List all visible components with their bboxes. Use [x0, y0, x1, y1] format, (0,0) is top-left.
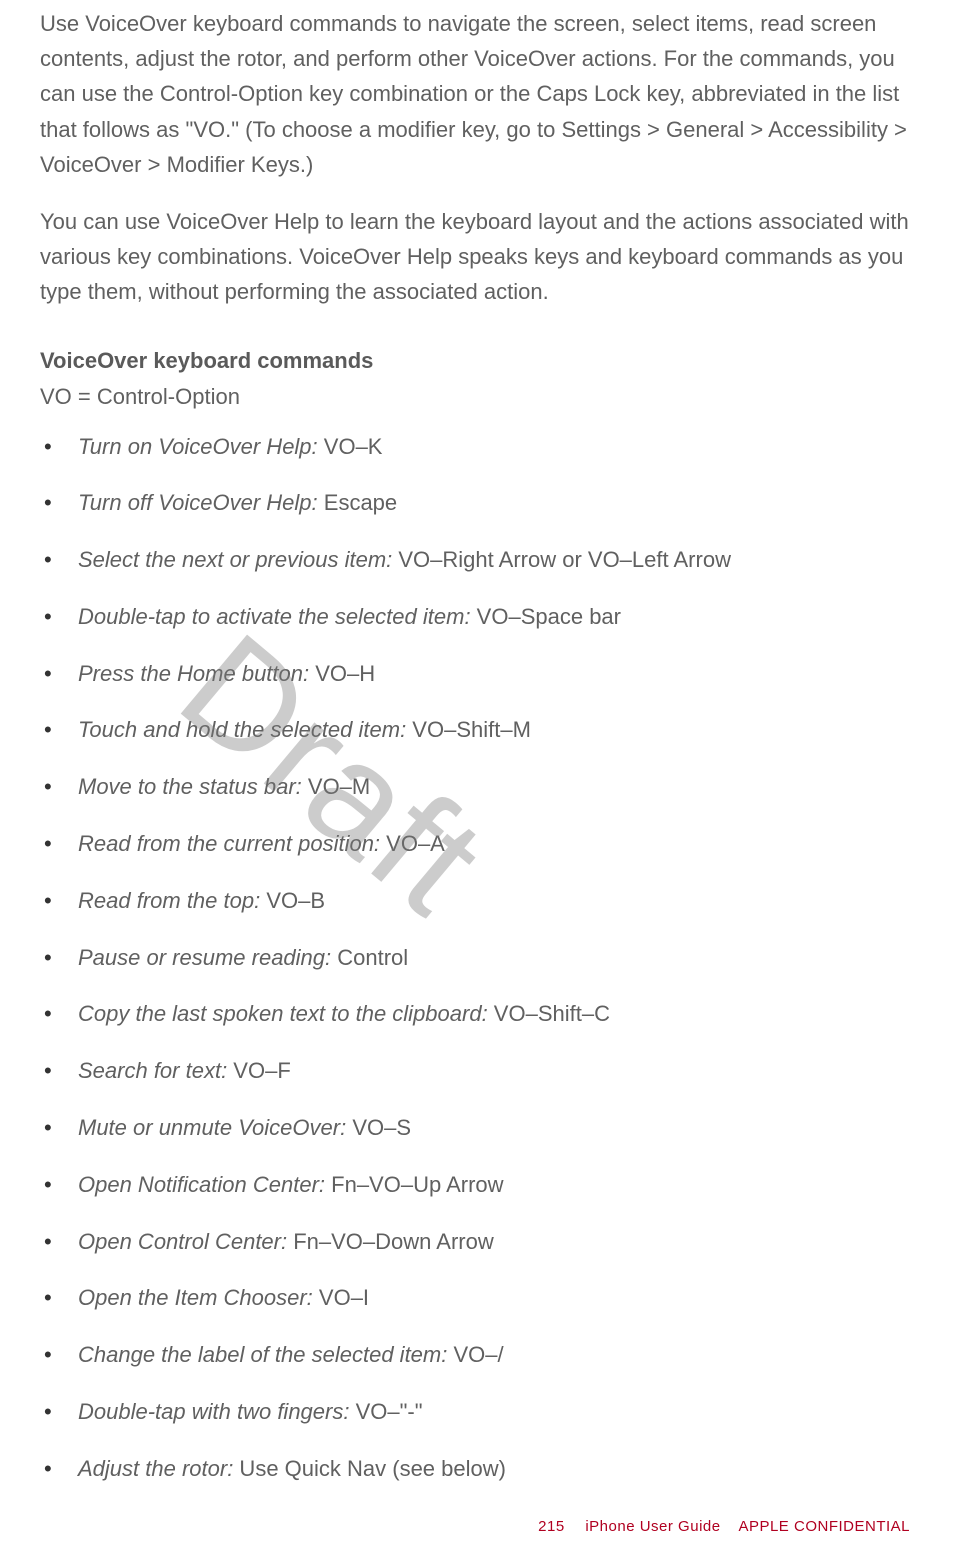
- command-keys: VO–M: [302, 774, 370, 799]
- command-label: Turn on VoiceOver Help:: [78, 434, 318, 459]
- list-item: Read from the current position: VO–A: [40, 829, 910, 860]
- command-label: Open Notification Center:: [78, 1172, 325, 1197]
- list-item: Search for text: VO–F: [40, 1056, 910, 1087]
- list-item: Read from the top: VO–B: [40, 886, 910, 917]
- command-label: Change the label of the selected item:: [78, 1342, 447, 1367]
- command-keys: VO–B: [260, 888, 325, 913]
- vo-definition: VO = Control-Option: [40, 384, 910, 410]
- command-keys: VO–Right Arrow or VO–Left Arrow: [392, 547, 731, 572]
- command-label: Press the Home button:: [78, 661, 309, 686]
- command-list: Turn on VoiceOver Help: VO–K Turn off Vo…: [40, 432, 910, 1485]
- command-label: Double-tap with two fingers:: [78, 1399, 349, 1424]
- intro-paragraph-1: Use VoiceOver keyboard commands to navig…: [40, 6, 910, 182]
- footer-title: iPhone User Guide: [585, 1518, 720, 1535]
- list-item: Double-tap with two fingers: VO–"-": [40, 1397, 910, 1428]
- command-keys: VO–/: [447, 1342, 503, 1367]
- footer-confidential: APPLE CONFIDENTIAL: [738, 1518, 910, 1535]
- command-keys: VO–S: [346, 1115, 411, 1140]
- command-keys: VO–F: [227, 1058, 291, 1083]
- list-item: Turn off VoiceOver Help: Escape: [40, 488, 910, 519]
- page-number: 215: [538, 1518, 565, 1535]
- command-keys: Fn–VO–Down Arrow: [287, 1229, 494, 1254]
- list-item: Open Control Center: Fn–VO–Down Arrow: [40, 1227, 910, 1258]
- list-item: Turn on VoiceOver Help: VO–K: [40, 432, 910, 463]
- command-label: Touch and hold the selected item:: [78, 717, 406, 742]
- list-item: Copy the last spoken text to the clipboa…: [40, 999, 910, 1030]
- section-heading: VoiceOver keyboard commands: [40, 348, 910, 374]
- command-keys: Control: [331, 945, 408, 970]
- command-keys: VO–I: [313, 1285, 369, 1310]
- list-item: Mute or unmute VoiceOver: VO–S: [40, 1113, 910, 1144]
- command-keys: VO–Shift–M: [406, 717, 531, 742]
- command-label: Mute or unmute VoiceOver:: [78, 1115, 346, 1140]
- command-label: Select the next or previous item:: [78, 547, 392, 572]
- command-label: Open the Item Chooser:: [78, 1285, 313, 1310]
- command-label: Move to the status bar:: [78, 774, 302, 799]
- command-label: Turn off VoiceOver Help:: [78, 490, 318, 515]
- command-label: Double-tap to activate the selected item…: [78, 604, 471, 629]
- page-footer: 215 iPhone User Guide APPLE CONFIDENTIAL: [538, 1518, 910, 1535]
- list-item: Adjust the rotor: Use Quick Nav (see bel…: [40, 1454, 910, 1485]
- list-item: Double-tap to activate the selected item…: [40, 602, 910, 633]
- command-keys: VO–H: [309, 661, 375, 686]
- command-keys: Fn–VO–Up Arrow: [325, 1172, 504, 1197]
- list-item: Touch and hold the selected item: VO–Shi…: [40, 715, 910, 746]
- list-item: Move to the status bar: VO–M: [40, 772, 910, 803]
- command-label: Copy the last spoken text to the clipboa…: [78, 1001, 488, 1026]
- command-label: Adjust the rotor:: [78, 1456, 233, 1481]
- command-label: Open Control Center:: [78, 1229, 287, 1254]
- list-item: Pause or resume reading: Control: [40, 943, 910, 974]
- command-keys: VO–"-": [349, 1399, 422, 1424]
- intro-paragraph-2: You can use VoiceOver Help to learn the …: [40, 204, 910, 310]
- list-item: Press the Home button: VO–H: [40, 659, 910, 690]
- list-item: Open Notification Center: Fn–VO–Up Arrow: [40, 1170, 910, 1201]
- command-label: Read from the top:: [78, 888, 260, 913]
- command-label: Search for text:: [78, 1058, 227, 1083]
- command-keys: Use Quick Nav (see below): [233, 1456, 506, 1481]
- list-item: Select the next or previous item: VO–Rig…: [40, 545, 910, 576]
- list-item: Open the Item Chooser: VO–I: [40, 1283, 910, 1314]
- command-keys: Escape: [318, 490, 398, 515]
- list-item: Change the label of the selected item: V…: [40, 1340, 910, 1371]
- command-keys: VO–Shift–C: [488, 1001, 610, 1026]
- command-keys: VO–K: [318, 434, 383, 459]
- command-keys: VO–Space bar: [471, 604, 621, 629]
- command-label: Pause or resume reading:: [78, 945, 331, 970]
- page: Use VoiceOver keyboard commands to navig…: [0, 0, 955, 1541]
- command-label: Read from the current position:: [78, 831, 380, 856]
- command-keys: VO–A: [380, 831, 445, 856]
